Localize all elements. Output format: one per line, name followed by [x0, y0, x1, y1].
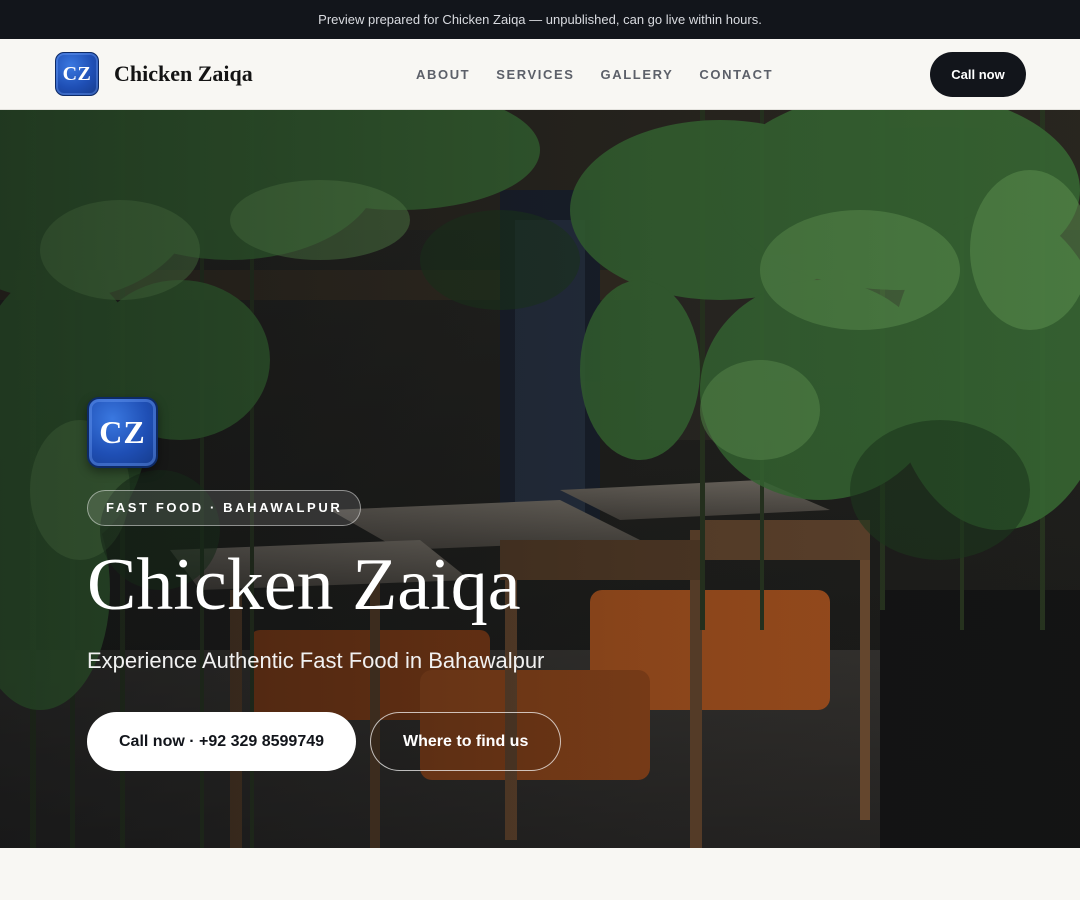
below-hero-section: [0, 848, 1080, 900]
hero-logo: CZ: [87, 397, 158, 468]
hero-section: CZ FAST FOOD · BAHAWALPUR Chicken Zaiqa …: [0, 110, 1080, 848]
call-now-phone-button[interactable]: Call now · +92 329 8599749: [87, 712, 357, 771]
brand-name[interactable]: Chicken Zaiqa: [114, 61, 253, 87]
nav-link-about[interactable]: ABOUT: [416, 67, 470, 82]
preview-banner: Preview prepared for Chicken Zaiqa — unp…: [0, 0, 1080, 39]
nav-link-gallery[interactable]: GALLERY: [601, 67, 674, 82]
category-badge: FAST FOOD · BAHAWALPUR: [87, 490, 362, 526]
preview-banner-text: Preview prepared for Chicken Zaiqa — unp…: [318, 12, 762, 27]
nav-link-contact[interactable]: CONTACT: [699, 67, 773, 82]
brand[interactable]: CZ Chicken Zaiqa: [55, 52, 253, 96]
header-call-now-button[interactable]: Call now: [930, 52, 1026, 97]
hero-content: CZ FAST FOOD · BAHAWALPUR Chicken Zaiqa …: [87, 397, 787, 771]
nav-link-services[interactable]: SERVICES: [496, 67, 574, 82]
hero-subtitle: Experience Authentic Fast Food in Bahawa…: [87, 648, 545, 673]
hero-title: Chicken Zaiqa: [87, 544, 521, 626]
hero-actions: Call now · +92 329 8599749 Where to find…: [87, 712, 787, 771]
main-nav: ABOUT SERVICES GALLERY CONTACT: [416, 39, 799, 109]
brand-logo[interactable]: CZ: [55, 52, 99, 96]
where-to-find-us-button[interactable]: Where to find us: [370, 712, 562, 771]
site-header: CZ Chicken Zaiqa ABOUT SERVICES GALLERY …: [0, 39, 1080, 110]
